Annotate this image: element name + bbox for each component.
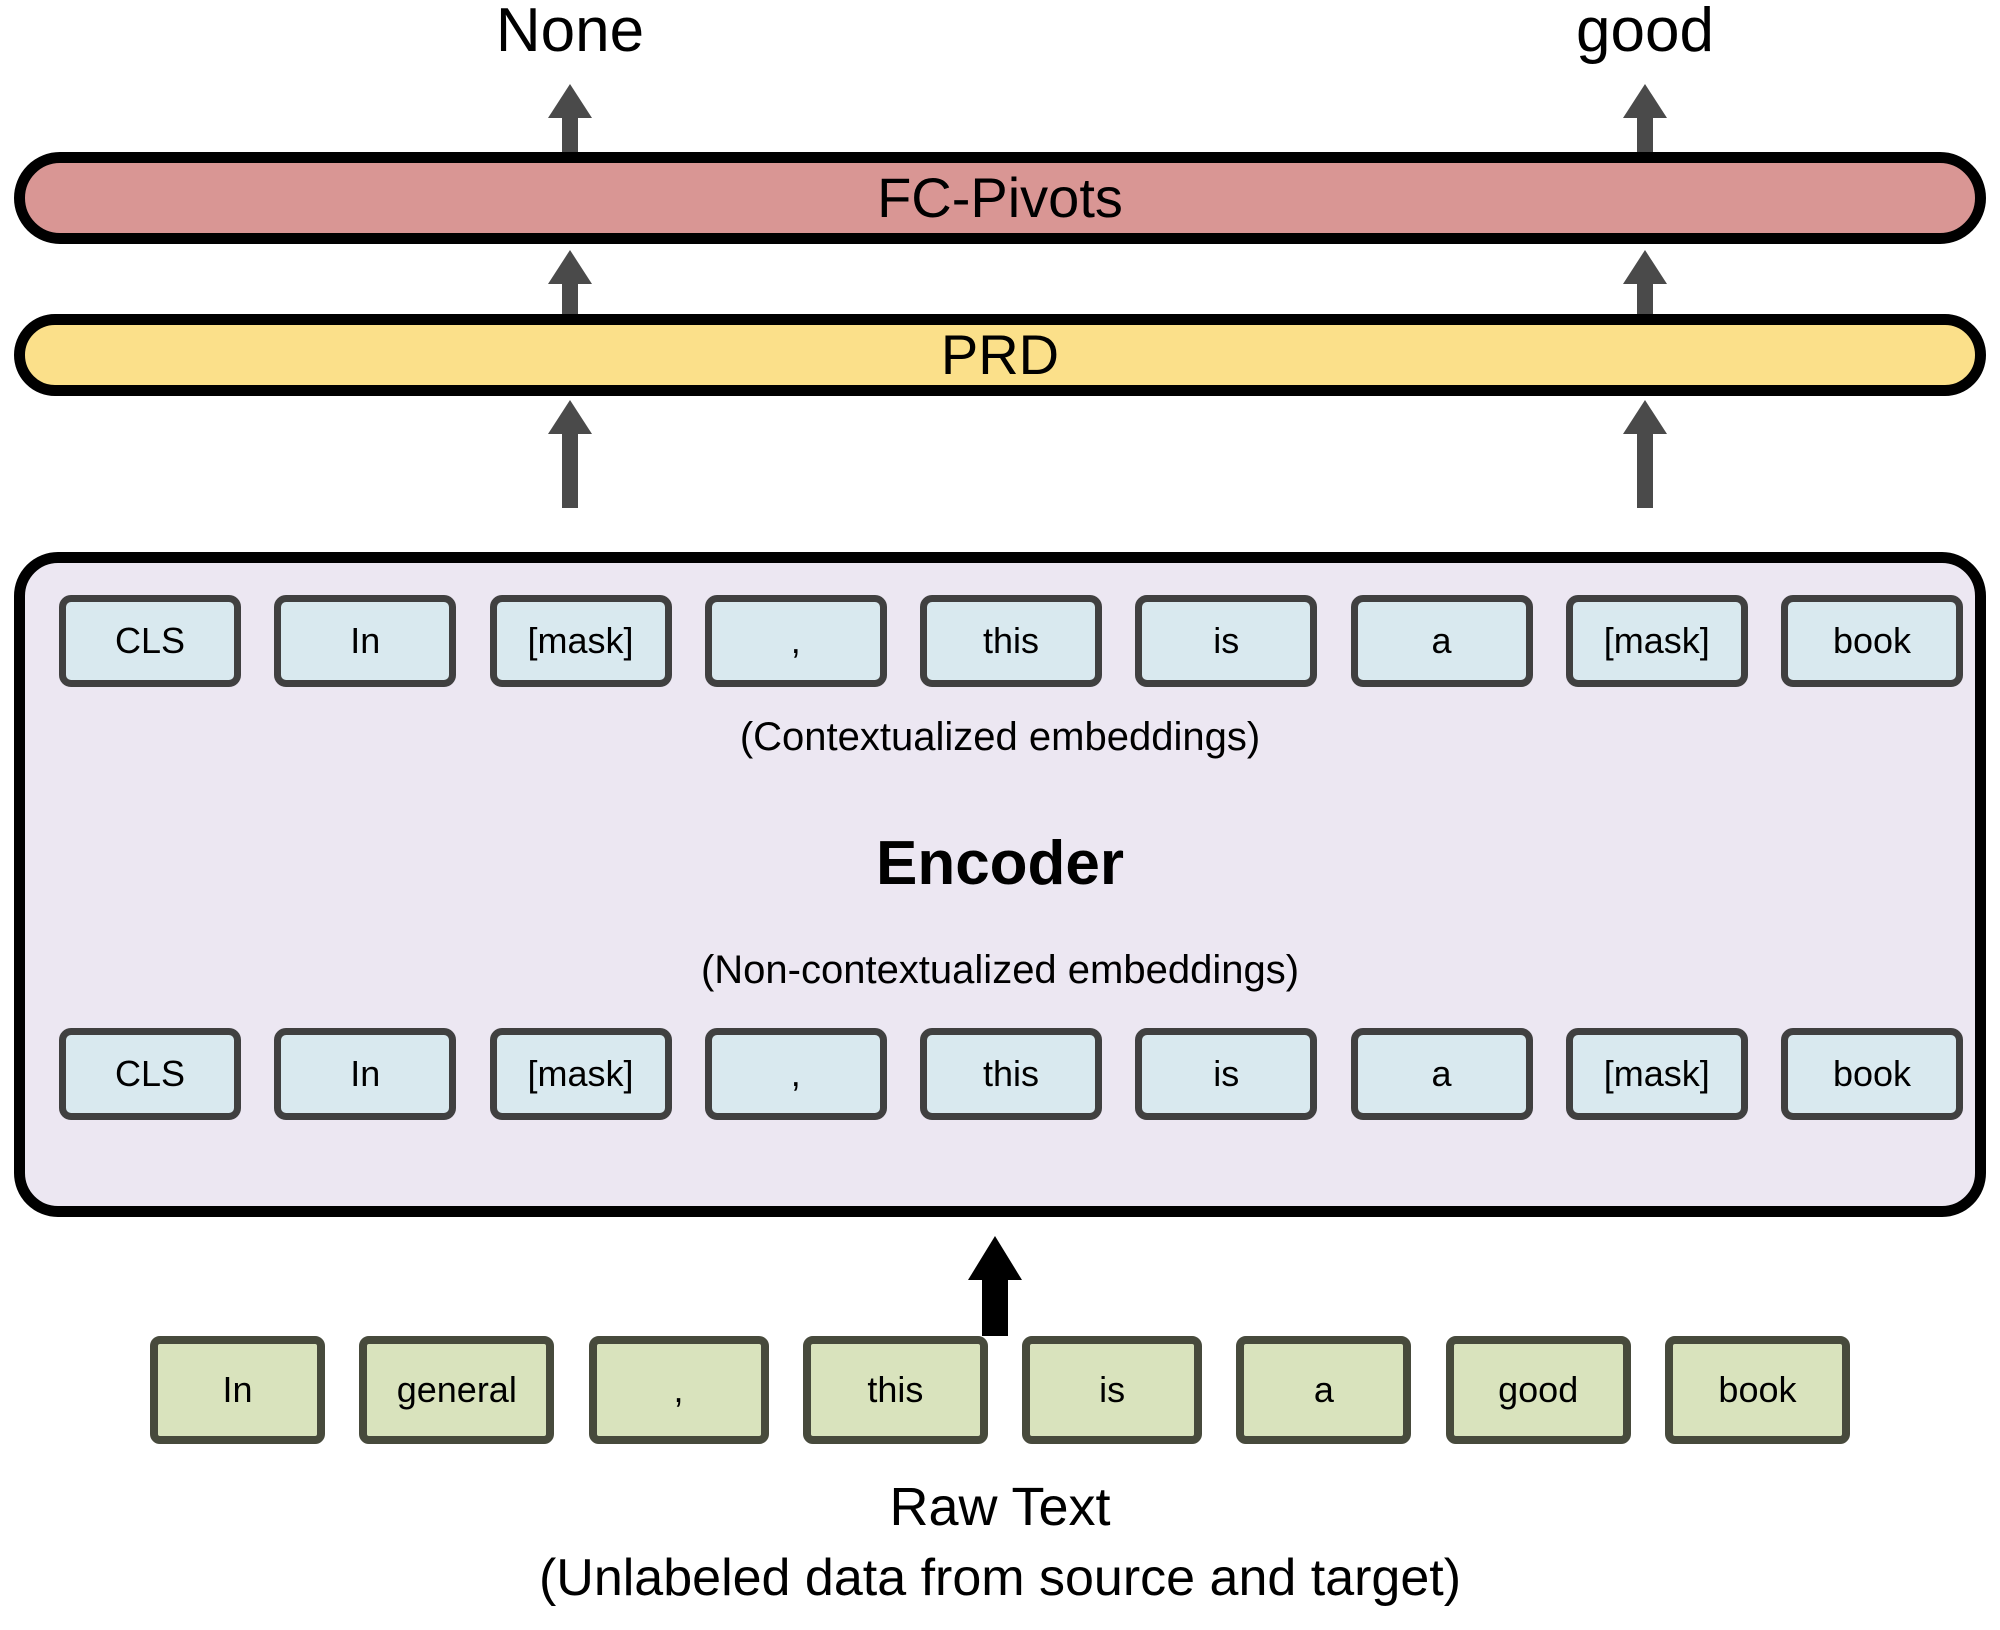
- raw-text-token-4[interactable]: is: [1022, 1336, 1203, 1444]
- encoder-block[interactable]: CLS In [mask], this is a [mask] book (Contextua…: [14, 552, 1986, 1217]
- noncontextualized-token-2[interactable]: [mask]: [489, 1028, 672, 1120]
- contextualized-token-4[interactable]: this: [920, 595, 1102, 687]
- contextualized-token-label: [mask]: [527, 620, 634, 661]
- contextualized-token-label: ,: [790, 620, 801, 661]
- noncontextualized-token-label: In: [350, 1053, 381, 1094]
- raw-text-subcaption: (Unlabeled data from source and target): [538, 1549, 1462, 1607]
- contextualized-token-row: CLS In [mask], this is a [mask] book: [59, 595, 1963, 687]
- contextualized-token-7[interactable]: [mask]: [1565, 595, 1748, 687]
- arrow-shaft: [562, 426, 578, 508]
- contextualized-token-6[interactable]: a: [1350, 595, 1533, 687]
- noncontextualized-token-label: [mask]: [1603, 1053, 1710, 1094]
- raw-text-token-5[interactable]: a: [1236, 1336, 1412, 1444]
- raw-text-token-label: In: [222, 1369, 253, 1410]
- contextualized-token-3[interactable]: ,: [704, 595, 887, 687]
- layer-fc-pivots-label: FC-Pivots: [877, 166, 1123, 229]
- noncontextualized-token-label: ,: [790, 1053, 801, 1094]
- arrow-prd-to-fcpivots-left: [548, 250, 592, 316]
- arrow-rawtext-to-encoder: [968, 1236, 1022, 1336]
- noncontextualized-token-label: CLS: [114, 1053, 186, 1094]
- raw-text-token-label: is: [1099, 1369, 1126, 1410]
- raw-text-token-7[interactable]: book: [1664, 1336, 1850, 1444]
- arrowhead-icon: [968, 1236, 1022, 1280]
- noncontextualized-token-label: is: [1213, 1053, 1240, 1094]
- raw-text-caption: Raw Text: [889, 1477, 1111, 1537]
- contextualized-token-label: this: [982, 620, 1040, 661]
- contextualized-token-1[interactable]: In: [274, 595, 457, 687]
- raw-text-token-1[interactable]: general: [359, 1336, 555, 1444]
- arrow-prd-to-fcpivots-right: [1623, 250, 1667, 316]
- raw-text-token-label: general: [396, 1369, 517, 1410]
- arrow-encoder-to-prd-left: [548, 400, 592, 508]
- raw-text-token-6[interactable]: good: [1445, 1336, 1631, 1444]
- raw-text-token-row: In general, this is a good book: [150, 1336, 1850, 1444]
- contextualized-token-label: In: [350, 620, 381, 661]
- arrow-shaft: [1637, 426, 1653, 508]
- arrow-fcpivots-to-none: [548, 84, 592, 162]
- layer-prd-label: PRD: [940, 323, 1060, 386]
- layer-fc-pivots[interactable]: FC-Pivots: [14, 152, 1986, 244]
- output-label-none: None: [495, 0, 645, 65]
- noncontextualized-token-8[interactable]: book: [1781, 1028, 1963, 1120]
- arrow-encoder-to-prd-right: [1623, 400, 1667, 508]
- contextualized-token-label: [mask]: [1603, 620, 1710, 661]
- noncontextualized-token-label: [mask]: [527, 1053, 634, 1094]
- contextualized-token-2[interactable]: [mask]: [489, 595, 672, 687]
- raw-text-token-2[interactable]: ,: [588, 1336, 769, 1444]
- contextualized-caption: (Contextualized embeddings): [739, 715, 1261, 759]
- raw-text-token-3[interactable]: this: [802, 1336, 988, 1444]
- noncontextualized-caption: (Non-contextualized embeddings): [700, 948, 1300, 992]
- layer-prd[interactable]: PRD: [14, 314, 1986, 396]
- encoder-title: Encoder: [875, 829, 1125, 898]
- contextualized-token-8[interactable]: book: [1781, 595, 1963, 687]
- noncontextualized-token-row: CLS In [mask], this is a [mask] book: [59, 1028, 1963, 1120]
- contextualized-token-label: is: [1213, 620, 1240, 661]
- contextualized-token-5[interactable]: is: [1135, 595, 1318, 687]
- raw-text-token-label: good: [1498, 1369, 1579, 1410]
- contextualized-token-label: a: [1431, 620, 1452, 661]
- contextualized-token-0[interactable]: CLS: [59, 595, 241, 687]
- output-label-good: good: [1576, 0, 1714, 65]
- raw-text-token-label: ,: [673, 1369, 684, 1410]
- noncontextualized-token-1[interactable]: In: [274, 1028, 457, 1120]
- diagram-canvas: None good FC-Pivots PRD CLS In [mask], this…: [0, 0, 2000, 1630]
- noncontextualized-token-label: book: [1832, 1053, 1912, 1094]
- raw-text-token-0[interactable]: In: [150, 1336, 325, 1444]
- contextualized-token-label: CLS: [114, 620, 186, 661]
- noncontextualized-token-3[interactable]: ,: [704, 1028, 887, 1120]
- noncontextualized-token-label: this: [982, 1053, 1040, 1094]
- raw-text-token-label: a: [1313, 1369, 1334, 1410]
- noncontextualized-token-5[interactable]: is: [1135, 1028, 1318, 1120]
- arrow-shaft: [1637, 274, 1653, 316]
- contextualized-token-label: book: [1832, 620, 1912, 661]
- raw-text-token-label: book: [1718, 1369, 1797, 1410]
- arrow-shaft: [982, 1278, 1008, 1336]
- noncontextualized-token-label: a: [1431, 1053, 1452, 1094]
- arrow-fcpivots-to-good: [1623, 84, 1667, 162]
- arrow-shaft: [562, 274, 578, 316]
- raw-text-token-label: this: [867, 1369, 924, 1410]
- noncontextualized-token-7[interactable]: [mask]: [1565, 1028, 1748, 1120]
- noncontextualized-token-6[interactable]: a: [1350, 1028, 1533, 1120]
- noncontextualized-token-4[interactable]: this: [920, 1028, 1102, 1120]
- noncontextualized-token-0[interactable]: CLS: [59, 1028, 241, 1120]
